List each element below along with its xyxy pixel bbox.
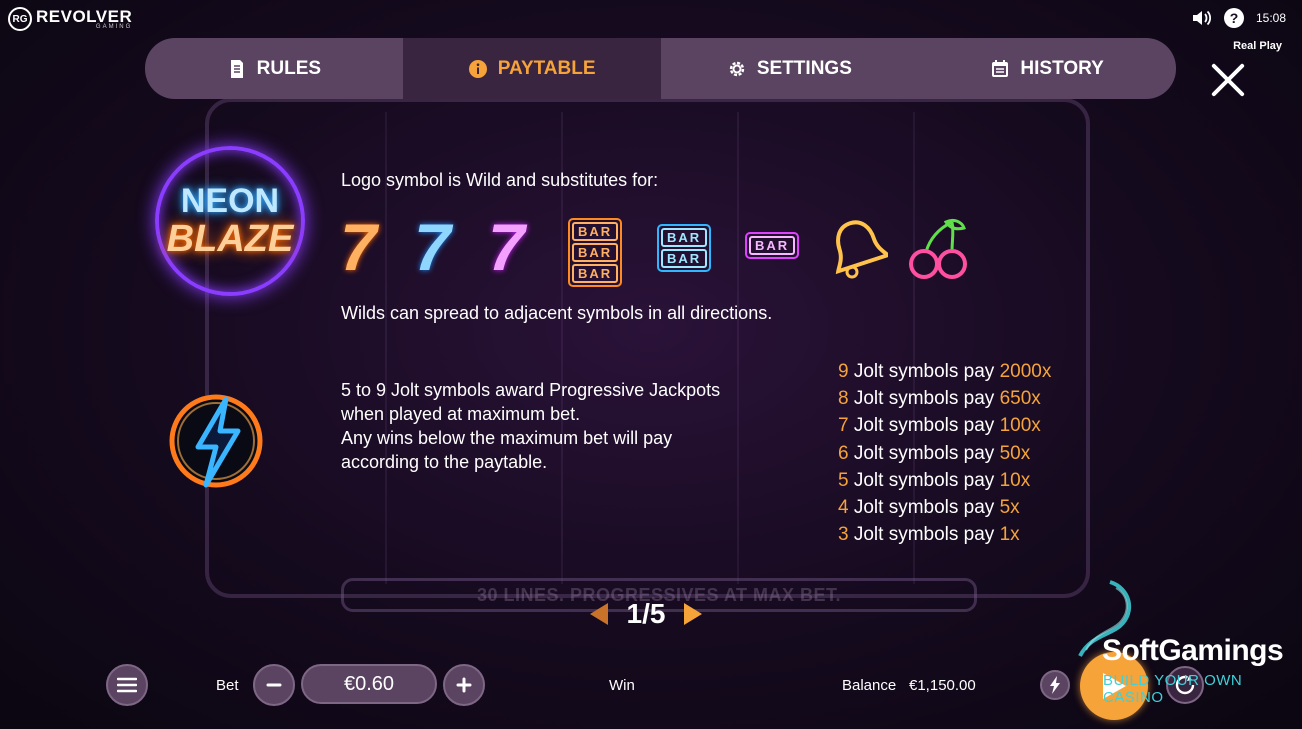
tab-bar: RULES PAYTABLE SETTINGS HISTORY	[145, 38, 1176, 99]
hamburger-icon	[117, 677, 137, 693]
wild-spread-text: Wilds can spread to adjacent symbols in …	[341, 303, 773, 323]
tab-label: SETTINGS	[756, 57, 852, 79]
jolt-paytable: 9 Jolt symbols pay 2000x 8 Jolt symbols …	[838, 358, 1051, 548]
jolt-line: according to the paytable.	[341, 452, 548, 472]
triple-bar-symbol: BAR BAR BAR	[568, 218, 623, 287]
win-label: Win	[609, 677, 635, 694]
softgamings-watermark: SoftGamings BUILD YOUR OWN CASINO	[1070, 578, 1300, 706]
neon-blaze-wild-logo: NEON BLAZE	[155, 146, 305, 296]
status-bar: ? 15:08	[1192, 8, 1286, 28]
revolver-gaming-logo: RG REVOLVER GAMING	[8, 7, 132, 31]
brand-badge: RG	[8, 7, 32, 31]
pay-row: 4 Jolt symbols pay 5x	[838, 497, 1020, 519]
turbo-button[interactable]	[1040, 670, 1070, 700]
plus-icon	[456, 677, 472, 693]
tab-settings[interactable]: SETTINGS	[661, 38, 919, 99]
orange-seven-symbol: 7	[340, 210, 377, 284]
jolt-line: when played at maximum bet.	[341, 404, 581, 424]
bet-decrease-button[interactable]	[253, 664, 295, 706]
balance-value: €1,150.00	[909, 677, 976, 694]
pay-row: 7 Jolt symbols pay 100x	[838, 415, 1041, 437]
brand-name: REVOLVER	[36, 6, 133, 26]
tab-history[interactable]: HISTORY	[918, 38, 1176, 99]
bet-increase-button[interactable]	[443, 664, 485, 706]
page-navigator: 1/5	[590, 596, 702, 632]
softgamings-tagline: BUILD YOUR OWN CASINO	[1103, 672, 1243, 706]
pay-row: 8 Jolt symbols pay 650x	[838, 388, 1041, 410]
next-page-arrow-icon[interactable]	[684, 603, 702, 625]
pay-row: 3 Jolt symbols pay 1x	[838, 524, 1020, 546]
gear-icon	[729, 61, 745, 76]
pay-row: 5 Jolt symbols pay 10x	[838, 469, 1031, 491]
calendar-icon	[992, 59, 1009, 77]
close-icon[interactable]	[1206, 58, 1250, 102]
tab-label: RULES	[256, 57, 322, 79]
minus-icon	[266, 683, 282, 687]
pink-seven-symbol: 7	[488, 210, 525, 284]
lightning-icon	[1050, 676, 1060, 694]
single-bar-symbol: BAR	[745, 232, 800, 259]
double-bar-symbol: BAR BAR	[657, 224, 712, 272]
help-icon[interactable]: ?	[1223, 8, 1244, 28]
cherries-icon	[909, 218, 967, 279]
document-icon	[230, 59, 243, 78]
tab-paytable[interactable]: PAYTABLE	[402, 38, 661, 99]
tab-rules[interactable]: RULES	[145, 38, 403, 99]
jolt-line: Any wins below the maximum bet will pay	[341, 428, 673, 448]
softgamings-name: SoftGamings	[1102, 634, 1284, 667]
reel-divider	[737, 112, 739, 584]
tab-label: HISTORY	[1020, 57, 1104, 79]
pay-row: 6 Jolt symbols pay 50x	[838, 442, 1031, 464]
jolt-symbol-icon	[169, 394, 263, 488]
substitute-symbols: 7 7 7 BAR BAR BAR BAR BAR BAR	[340, 210, 980, 287]
prev-page-arrow-icon[interactable]	[590, 603, 608, 625]
sound-icon[interactable]	[1192, 9, 1212, 27]
pay-row: 9 Jolt symbols pay 2000x	[838, 361, 1052, 382]
jolt-line: 5 to 9 Jolt symbols award Progressive Ja…	[341, 380, 721, 400]
clock: 15:08	[1255, 11, 1286, 25]
page-indicator: 1/5	[626, 598, 666, 629]
blue-seven-symbol: 7	[414, 210, 451, 284]
menu-button[interactable]	[106, 664, 148, 706]
bet-label: Bet	[216, 677, 239, 694]
bell-icon	[835, 220, 888, 279]
logo-line-1: NEON	[180, 182, 280, 220]
tab-label: PAYTABLE	[497, 57, 596, 79]
play-mode-label: Real Play	[1233, 40, 1282, 52]
info-icon	[468, 59, 487, 78]
jolt-description: 5 to 9 Jolt symbols award Progressive Ja…	[341, 378, 720, 474]
bet-value: €0.60	[301, 664, 437, 704]
wild-description: Logo symbol is Wild and substitutes for:	[341, 170, 659, 190]
logo-line-2: BLAZE	[166, 218, 294, 260]
balance-label: Balance	[842, 677, 897, 694]
